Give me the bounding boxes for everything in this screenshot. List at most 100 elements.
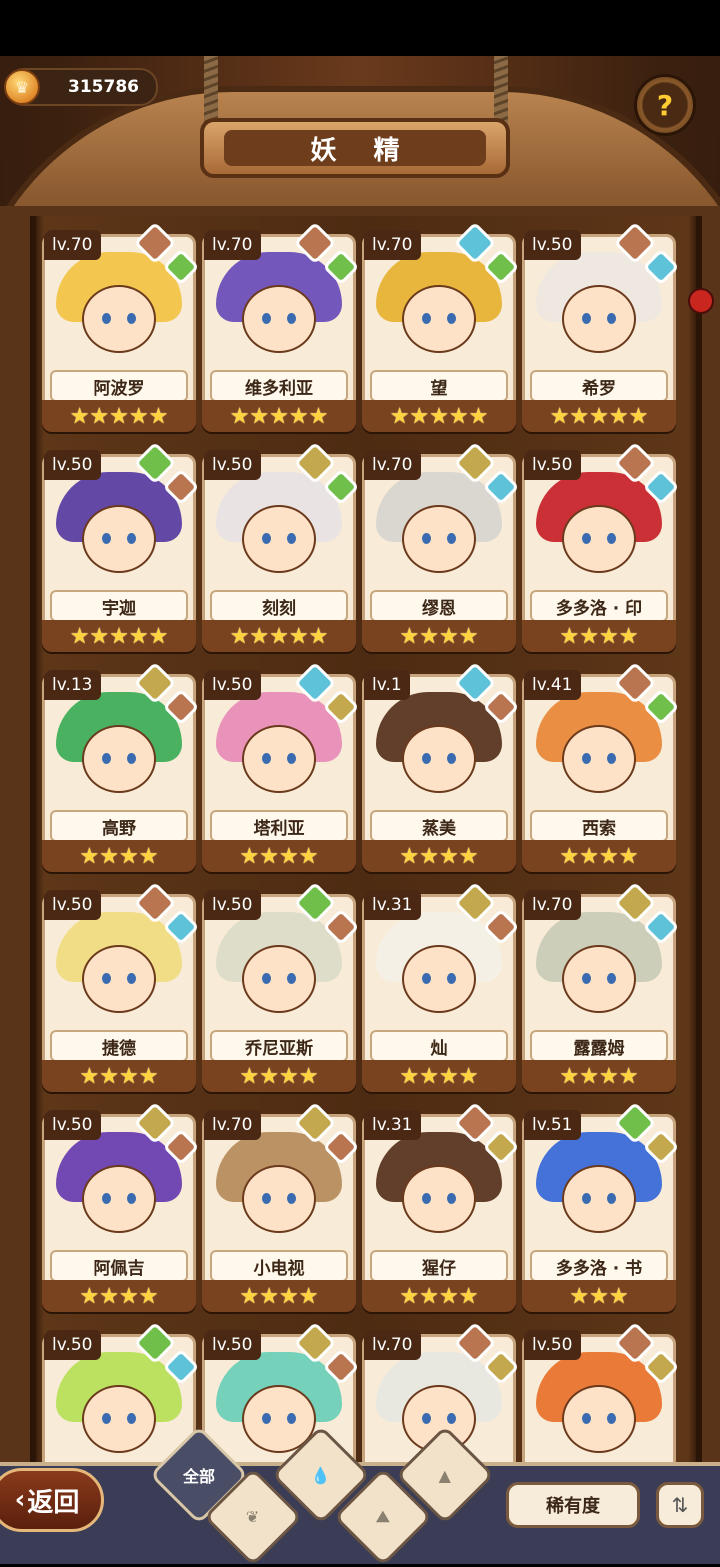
star-rating: ★★★★	[522, 840, 676, 872]
character-name: 缪恩	[370, 590, 508, 622]
character-face	[82, 505, 156, 573]
star-rating: ★★★★★	[362, 400, 516, 432]
character-name: 阿波罗	[50, 370, 188, 402]
fairy-card[interactable]: lv.50 希罗 ★★★★★	[522, 221, 680, 434]
character-name: 希罗	[530, 370, 668, 402]
level-badge: lv.70	[364, 230, 421, 260]
star-rating: ★★★★	[362, 1060, 516, 1092]
fairy-card[interactable]: lv.31 灿 ★★★★	[362, 881, 520, 1094]
character-portrait	[60, 924, 178, 1034]
character-face	[402, 285, 476, 353]
fairy-card[interactable]: lv.50 阿佩吉 ★★★★	[42, 1101, 200, 1314]
star-rating: ★★★★	[362, 1280, 516, 1312]
character-name: 蒸美	[370, 810, 508, 842]
fairy-card[interactable]: lv.50 宇迦 ★★★★★	[42, 441, 200, 654]
level-badge: lv.50	[204, 450, 261, 480]
level-badge: lv.70	[364, 1330, 421, 1360]
water-drop-icon: 💧	[311, 1465, 331, 1485]
volcano-icon: ▲	[438, 1465, 452, 1485]
character-face	[82, 725, 156, 793]
level-badge: lv.1	[364, 670, 410, 700]
character-portrait	[60, 704, 178, 814]
level-badge: lv.50	[44, 890, 101, 920]
mountain-icon: ⛰	[376, 1506, 390, 1526]
fairy-card[interactable]: lv.50 乔尼亚斯 ★★★★	[202, 881, 360, 1094]
fairy-card[interactable]: lv.31 猩仔 ★★★★	[362, 1101, 520, 1314]
character-face	[242, 285, 316, 353]
character-name: 高野	[50, 810, 188, 842]
fairy-card[interactable]: lv.41 西索 ★★★★	[522, 661, 680, 874]
character-name: 刻刻	[210, 590, 348, 622]
character-face	[562, 1385, 636, 1453]
level-badge: lv.31	[364, 890, 421, 920]
level-badge: lv.50	[204, 670, 261, 700]
character-name: 多多洛 · 书	[530, 1250, 668, 1282]
character-name: 乔尼亚斯	[210, 1030, 348, 1062]
character-name: 维多利亚	[210, 370, 348, 402]
character-portrait	[380, 264, 498, 374]
character-portrait	[380, 484, 498, 594]
character-portrait	[540, 1144, 658, 1254]
currency-display: ♛ 315786	[4, 68, 158, 106]
star-rating: ★★★★★	[42, 400, 196, 432]
star-rating: ★★★★	[362, 620, 516, 652]
character-portrait	[220, 924, 338, 1034]
star-rating: ★★★★	[42, 1060, 196, 1092]
fairy-card[interactable]: lv.13 高野 ★★★★	[42, 661, 200, 874]
star-rating: ★★★★★	[42, 620, 196, 652]
level-badge: lv.50	[524, 230, 581, 260]
title-plaque: 妖 精	[200, 118, 510, 178]
character-face	[402, 725, 476, 793]
character-face	[242, 945, 316, 1013]
character-face	[402, 505, 476, 573]
character-face	[562, 505, 636, 573]
level-badge: lv.50	[524, 450, 581, 480]
fairy-card[interactable]: lv.70 望 ★★★★★	[362, 221, 520, 434]
fairy-card[interactable]: lv.50 塔利亚 ★★★★	[202, 661, 360, 874]
fairy-card[interactable]: lv.50 刻刻 ★★★★★	[202, 441, 360, 654]
back-button[interactable]: ‹ 返回	[0, 1468, 104, 1532]
fairy-card[interactable]: lv.70 小电视 ★★★★	[202, 1101, 360, 1314]
character-face	[402, 1165, 476, 1233]
level-badge: lv.31	[364, 1110, 421, 1140]
level-badge: lv.50	[44, 1110, 101, 1140]
level-badge: lv.50	[204, 1330, 261, 1360]
character-portrait	[540, 704, 658, 814]
level-badge: lv.50	[204, 890, 261, 920]
star-rating: ★★★★	[522, 620, 676, 652]
character-face	[562, 725, 636, 793]
fairy-card[interactable]: lv.51 多多洛 · 书 ★★★	[522, 1101, 680, 1314]
level-badge: lv.51	[524, 1110, 581, 1140]
star-rating: ★★★★★	[202, 400, 356, 432]
ladybug-icon[interactable]	[688, 288, 714, 314]
star-rating: ★★★★	[42, 840, 196, 872]
sprout-icon: ❦	[246, 1507, 260, 1527]
star-rating: ★★★★	[522, 1060, 676, 1092]
star-rating: ★★★★★	[522, 400, 676, 432]
character-face	[562, 945, 636, 1013]
character-portrait	[380, 1144, 498, 1254]
character-portrait	[380, 704, 498, 814]
level-badge: lv.41	[524, 670, 581, 700]
star-rating: ★★★★	[362, 840, 516, 872]
character-face	[242, 1165, 316, 1233]
hint-bulb-icon[interactable]: ?	[634, 74, 696, 136]
fairy-card[interactable]: lv.50 捷德 ★★★★	[42, 881, 200, 1094]
character-portrait	[380, 924, 498, 1034]
level-badge: lv.70	[44, 230, 101, 260]
fairy-card[interactable]: lv.50 多多洛 · 印 ★★★★	[522, 441, 680, 654]
fairy-card[interactable]: lv.70 维多利亚 ★★★★★	[202, 221, 360, 434]
character-name: 宇迦	[50, 590, 188, 622]
fairy-card[interactable]: lv.70 阿波罗 ★★★★★	[42, 221, 200, 434]
character-portrait	[60, 484, 178, 594]
star-rating: ★★★★	[202, 1280, 356, 1312]
star-rating: ★★★★★	[202, 620, 356, 652]
fairy-card[interactable]: lv.70 露露姆 ★★★★	[522, 881, 680, 1094]
fairy-card[interactable]: lv.1 蒸美 ★★★★	[362, 661, 520, 874]
fairy-card[interactable]: lv.70 缪恩 ★★★★	[362, 441, 520, 654]
sort-rarity-button[interactable]: 稀有度	[506, 1482, 640, 1528]
character-name: 望	[370, 370, 508, 402]
sort-order-icon[interactable]: ⇅	[656, 1482, 704, 1528]
character-portrait	[60, 1144, 178, 1254]
star-rating: ★★★★	[42, 1280, 196, 1312]
